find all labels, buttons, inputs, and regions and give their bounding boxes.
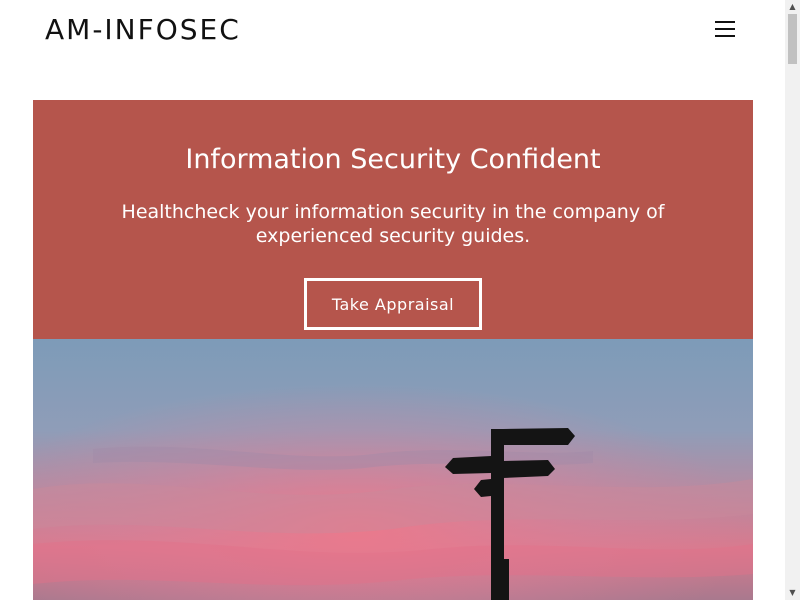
scrollbar-thumb[interactable] bbox=[788, 14, 797, 64]
site-header: AM-INFOSEC bbox=[0, 0, 785, 60]
menu-bar bbox=[715, 21, 735, 23]
menu-bar bbox=[715, 35, 735, 37]
hero-subtitle: Healthcheck your information security in… bbox=[121, 201, 665, 247]
signpost-sunset-image bbox=[33, 339, 753, 600]
take-appraisal-button[interactable]: Take Appraisal bbox=[304, 278, 482, 330]
hero-photo bbox=[33, 339, 753, 600]
hero-banner: Information Security Confident Healthche… bbox=[33, 100, 753, 339]
hero-title: Information Security Confident bbox=[185, 144, 601, 175]
site-logo[interactable]: AM-INFOSEC bbox=[45, 12, 241, 48]
scroll-up-arrow-icon[interactable]: ▲ bbox=[785, 0, 800, 14]
menu-bar bbox=[715, 28, 735, 30]
scroll-down-arrow-icon[interactable]: ▼ bbox=[785, 586, 800, 600]
hamburger-menu-icon[interactable] bbox=[715, 19, 737, 39]
vertical-scrollbar[interactable]: ▲ ▼ bbox=[785, 0, 800, 600]
page: AM-INFOSEC Information Security Confiden… bbox=[0, 0, 785, 600]
